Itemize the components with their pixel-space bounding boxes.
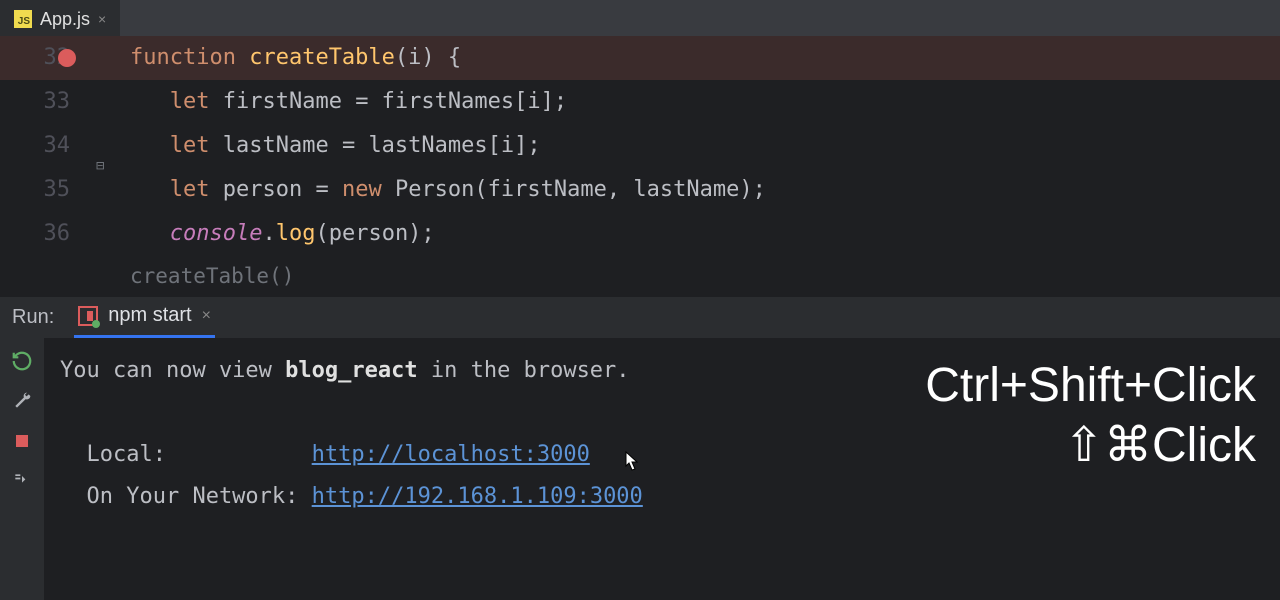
code-text: let person = new Person(firstName, lastN… [90,168,766,212]
code-text: let firstName = firstNames[i]; [90,80,567,124]
shortcut-text-win: Ctrl+Shift+Click [925,356,1256,416]
stop-icon[interactable] [11,430,33,452]
line-number[interactable]: 35 [0,168,90,212]
run-toolbar [0,338,44,600]
line-number[interactable]: 36 [0,212,90,256]
code-line[interactable]: 36 console.log(person); [0,212,1280,256]
code-line[interactable]: 35 let person = new Person(firstName, la… [0,168,1280,212]
line-num-text: 33 [44,89,71,114]
code-line[interactable]: 34 let lastName = lastNames[i]; [0,124,1280,168]
code-text: console.log(person); [90,212,435,256]
tab-label: App.js [40,9,90,30]
line-number[interactable]: 34 [0,124,90,168]
run-panel-header: Run: npm start × [0,296,1280,338]
breakpoint-icon[interactable] [58,49,76,67]
editor-tabs: JS App.js × [0,0,1280,36]
layout-icon[interactable] [11,470,33,492]
network-url-link[interactable]: http://192.168.1.109:3000 [312,484,643,509]
tab-app-js[interactable]: JS App.js × [0,0,120,36]
run-tab-label: npm start [108,304,191,327]
line-num-text: 34 [44,133,71,158]
wrench-icon[interactable] [11,390,33,412]
rerun-icon[interactable] [11,350,33,372]
parameter-hint: createTable() [0,256,1280,296]
line-num-text: 35 [44,177,71,202]
line-number[interactable]: 32 [0,36,90,80]
code-editor[interactable]: 32 ⊟ function createTable(i) { 33 let fi… [0,36,1280,296]
code-text: let lastName = lastNames[i]; [90,124,541,168]
close-icon[interactable]: × [202,307,211,325]
terminal-line-network: On Your Network: http://192.168.1.109:30… [60,476,1264,518]
run-tool-window: You can now view blog_react in the brows… [0,338,1280,600]
line-number[interactable]: 33 [0,80,90,124]
close-icon[interactable]: × [98,11,106,27]
line-num-text: 36 [44,221,71,246]
js-file-icon: JS [14,10,32,28]
code-line[interactable]: 32 ⊟ function createTable(i) { [0,36,1280,80]
shortcut-overlay: Ctrl+Shift+Click ⇧⌘Click [925,356,1256,476]
code-text: function createTable(i) { [90,36,461,80]
terminal-output[interactable]: You can now view blog_react in the brows… [44,338,1280,600]
fold-icon[interactable]: ⊟ [96,159,110,173]
npm-icon [78,306,98,326]
run-tab-npm-start[interactable]: npm start × [74,297,215,339]
run-label: Run: [6,306,60,329]
shortcut-text-mac: ⇧⌘Click [925,416,1256,476]
local-url-link[interactable]: http://localhost:3000 [312,442,590,467]
code-line[interactable]: 33 let firstName = firstNames[i]; [0,80,1280,124]
